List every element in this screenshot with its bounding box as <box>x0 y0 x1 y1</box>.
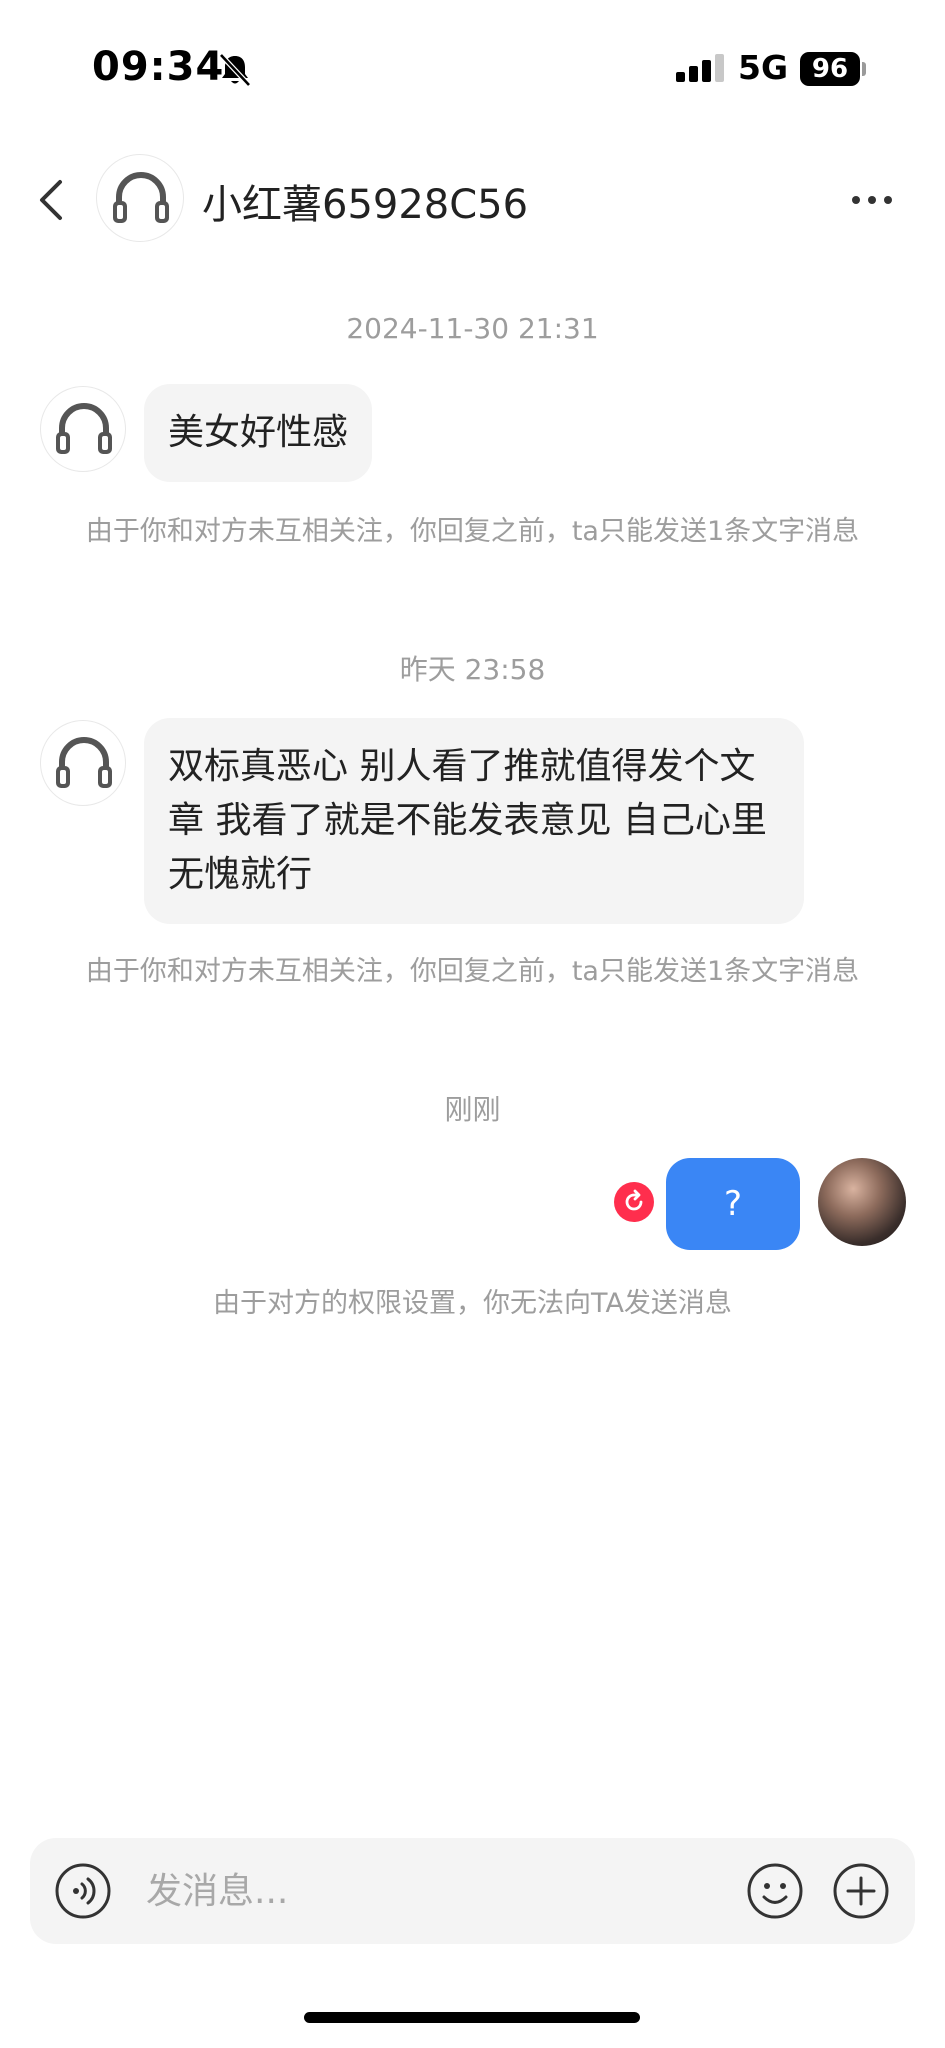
permission-notice: 由于对方的权限设置，你无法向TA发送消息 <box>213 1288 732 1319</box>
signal-icon <box>676 54 724 82</box>
recall-icon[interactable] <box>614 1182 654 1222</box>
chat-header: 小红薯65928C56 <box>0 150 945 250</box>
headphones-avatar-icon <box>113 172 169 223</box>
message-timestamp: 昨天 23:58 <box>399 653 546 686</box>
battery-level: 96 <box>800 52 860 86</box>
status-time: 09:34 <box>92 44 225 90</box>
headphones-avatar-icon <box>56 403 112 454</box>
home-indicator[interactable] <box>304 2012 640 2023</box>
voice-icon[interactable] <box>54 1862 112 1920</box>
contact-avatar[interactable] <box>96 154 184 242</box>
message-input[interactable] <box>146 1856 746 1926</box>
restriction-notice: 由于你和对方未互相关注，你回复之前，ta只能发送1条文字消息 <box>85 956 860 987</box>
back-arrow-icon[interactable] <box>30 170 76 230</box>
message-timestamp: 刚刚 <box>444 1093 501 1126</box>
incoming-message-bubble[interactable]: 美女好性感 <box>144 384 373 482</box>
outgoing-message-bubble[interactable]: ? <box>666 1158 800 1250</box>
incoming-message-bubble[interactable]: 双标真恶心 别人看了推就值得发个文章 我看了就是不能发表意见 自己心里无愧就行 <box>144 718 804 924</box>
message-composer <box>30 1838 915 1944</box>
more-dots-icon[interactable] <box>848 180 896 220</box>
my-avatar[interactable] <box>818 1158 906 1246</box>
sender-avatar[interactable] <box>40 720 126 806</box>
recall-arrow-icon <box>625 1189 643 1211</box>
restriction-notice: 由于你和对方未互相关注，你回复之前，ta只能发送1条文字消息 <box>85 516 860 547</box>
plus-icon[interactable] <box>832 1862 890 1920</box>
contact-name[interactable]: 小红薯65928C56 <box>202 172 528 230</box>
status-bar: 09:34 5G 96 <box>0 0 945 140</box>
battery-nub <box>862 62 866 76</box>
network-type: 5G <box>738 48 789 87</box>
emoji-icon[interactable] <box>746 1862 804 1920</box>
headphones-avatar-icon <box>56 737 112 788</box>
sender-avatar[interactable] <box>40 386 126 472</box>
bell-muted-icon <box>219 53 251 87</box>
message-timestamp: 2024-11-30 21:31 <box>346 312 599 345</box>
